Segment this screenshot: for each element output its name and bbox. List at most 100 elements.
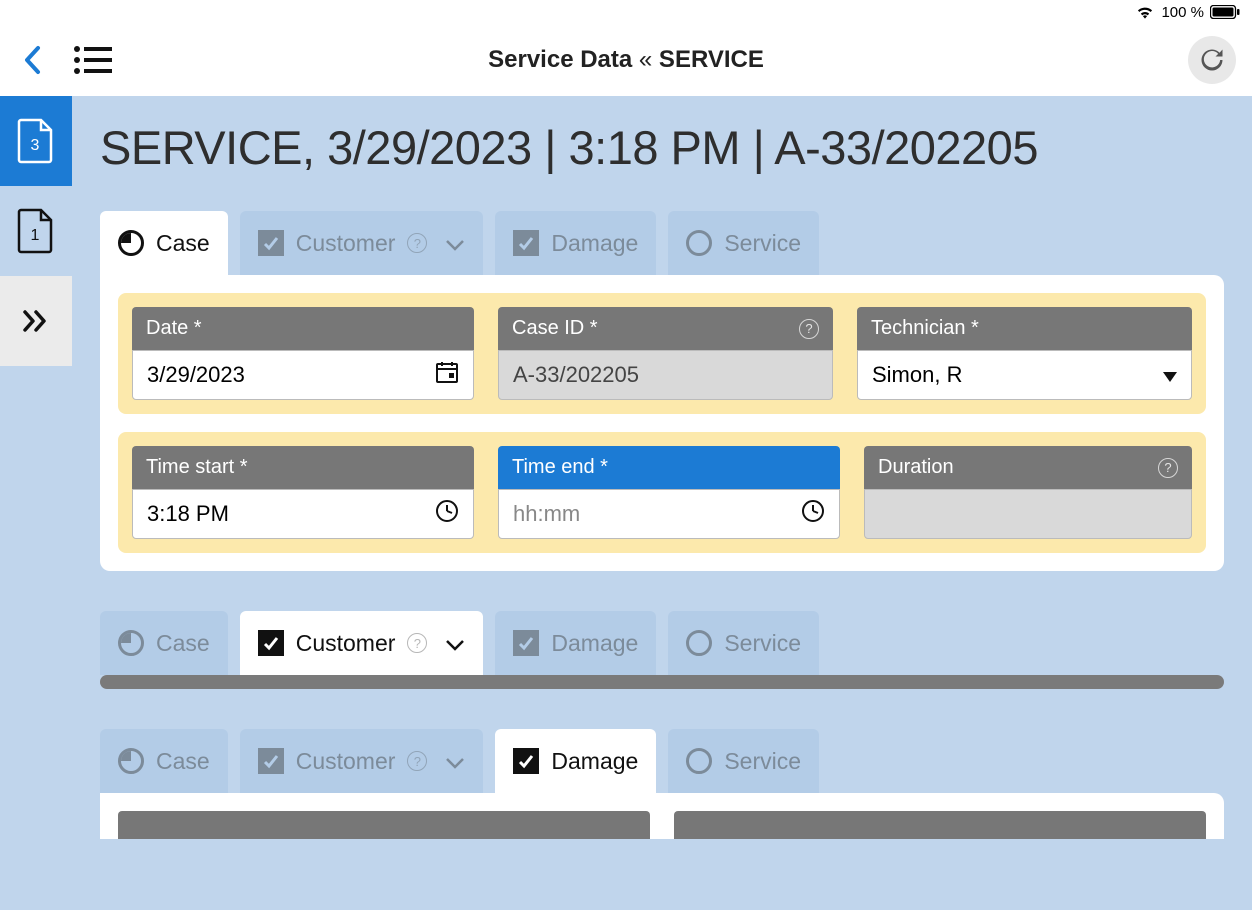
check-icon [258, 748, 284, 774]
time-start-input[interactable] [132, 489, 474, 539]
tabs-row-case: Case Customer ? Damage Service [100, 211, 1224, 275]
breadcrumb-left: Service Data [488, 46, 632, 73]
sidebar-badge-1: 1 [31, 227, 40, 244]
dropdown-icon [1163, 362, 1177, 388]
field-technician: Technician * Simon, R [857, 307, 1192, 400]
tab-service[interactable]: Service [668, 211, 819, 275]
duration-value [864, 489, 1192, 539]
main-content: SERVICE, 3/29/2023 | 3:18 PM | A-33/2022… [72, 96, 1252, 910]
tab-customer-label: Customer [296, 630, 396, 657]
tab-service-label: Service [724, 230, 801, 257]
progress-icon [118, 748, 144, 774]
tabs-row-damage: Case Customer ? Damage Service [100, 729, 1224, 793]
field-label-placeholder [118, 811, 650, 839]
help-icon: ? [407, 233, 427, 253]
tab-customer[interactable]: Customer ? [240, 611, 484, 675]
sidebar-expand-button[interactable] [0, 276, 72, 366]
sidebar-item-doc-1[interactable]: 1 [0, 186, 72, 276]
page-title-rest: 3/29/2023 | 3:18 PM | A-33/202205 [315, 121, 1038, 174]
tab-customer-label: Customer [296, 230, 396, 257]
horizontal-scrollbar[interactable] [100, 675, 1224, 689]
case-id-value: A-33/202205 [498, 350, 833, 400]
field-label-placeholder [674, 811, 1206, 839]
tab-damage[interactable]: Damage [495, 211, 656, 275]
tab-customer[interactable]: Customer ? [240, 729, 484, 793]
list-menu-button[interactable] [72, 41, 114, 79]
sidebar-badge-3: 3 [31, 137, 40, 154]
field-time-end: Time end * [498, 446, 840, 539]
tab-case-label: Case [156, 630, 210, 657]
tab-damage-label: Damage [551, 230, 638, 257]
time-start-label: Time start * [132, 446, 474, 489]
progress-icon [118, 630, 144, 656]
tabs-row-customer: Case Customer ? Damage Service [100, 611, 1224, 675]
chevron-down-icon [445, 630, 465, 657]
tab-customer[interactable]: Customer ? [240, 211, 484, 275]
help-icon: ? [407, 633, 427, 653]
check-icon [258, 630, 284, 656]
tab-case-label: Case [156, 748, 210, 775]
tab-damage-label: Damage [551, 748, 638, 775]
tab-case-label: Case [156, 230, 210, 257]
field-time-start: Time start * [132, 446, 474, 539]
chevron-down-icon [445, 748, 465, 775]
time-end-label: Time end * [498, 446, 840, 489]
tab-service-label: Service [724, 630, 801, 657]
progress-icon [118, 230, 144, 256]
date-input[interactable] [132, 350, 474, 400]
tab-customer-label: Customer [296, 748, 396, 775]
help-icon[interactable]: ? [1158, 458, 1178, 478]
page-title: SERVICE, 3/29/2023 | 3:18 PM | A-33/2022… [100, 120, 1224, 175]
battery-percentage: 100 % [1161, 4, 1204, 21]
tab-damage-label: Damage [551, 630, 638, 657]
technician-label: Technician * [857, 307, 1192, 350]
date-input-field[interactable] [147, 362, 435, 388]
sidebar-item-doc-3[interactable]: 3 [0, 96, 72, 186]
calendar-icon[interactable] [435, 360, 459, 390]
field-duration: Duration ? [864, 446, 1192, 539]
technician-select[interactable]: Simon, R [857, 350, 1192, 400]
time-end-field[interactable] [513, 501, 801, 527]
clock-icon[interactable] [801, 499, 825, 529]
tab-case[interactable]: Case [100, 729, 228, 793]
clock-icon[interactable] [435, 499, 459, 529]
page-breadcrumb: Service Data « SERVICE [488, 46, 764, 74]
tab-service[interactable]: Service [668, 611, 819, 675]
check-icon [513, 230, 539, 256]
field-group-2: Time start * Time end * [118, 432, 1206, 553]
tab-service-label: Service [724, 748, 801, 775]
field-date: Date * [132, 307, 474, 400]
tab-damage[interactable]: Damage [495, 729, 656, 793]
case-id-label: Case ID * ? [498, 307, 833, 350]
time-end-input[interactable] [498, 489, 840, 539]
date-label: Date * [132, 307, 474, 350]
wifi-icon [1135, 4, 1155, 20]
app-header: Service Data « SERVICE [0, 24, 1252, 96]
damage-panel [100, 793, 1224, 839]
back-button[interactable] [16, 44, 48, 76]
tab-service[interactable]: Service [668, 729, 819, 793]
technician-value: Simon, R [872, 362, 962, 388]
duration-label-text: Duration [878, 456, 954, 479]
ring-icon [686, 630, 712, 656]
field-case-id: Case ID * ? A-33/202205 [498, 307, 833, 400]
chevron-down-icon [445, 230, 465, 257]
ring-icon [686, 748, 712, 774]
tab-case[interactable]: Case [100, 611, 228, 675]
help-icon: ? [407, 751, 427, 771]
ring-icon [686, 230, 712, 256]
tab-damage[interactable]: Damage [495, 611, 656, 675]
refresh-button[interactable] [1188, 36, 1236, 84]
check-icon [258, 230, 284, 256]
check-icon [513, 748, 539, 774]
case-id-label-text: Case ID * [512, 317, 598, 340]
help-icon[interactable]: ? [799, 319, 819, 339]
status-bar: 100 % [0, 0, 1252, 24]
breadcrumb-separator: « [639, 46, 652, 73]
battery-icon [1210, 5, 1240, 19]
page-title-service: SERVICE, [100, 121, 315, 174]
time-start-field[interactable] [147, 501, 435, 527]
case-panel: Date * Case ID * ? A-33/202205 [100, 275, 1224, 571]
duration-label: Duration ? [864, 446, 1192, 489]
tab-case[interactable]: Case [100, 211, 228, 275]
